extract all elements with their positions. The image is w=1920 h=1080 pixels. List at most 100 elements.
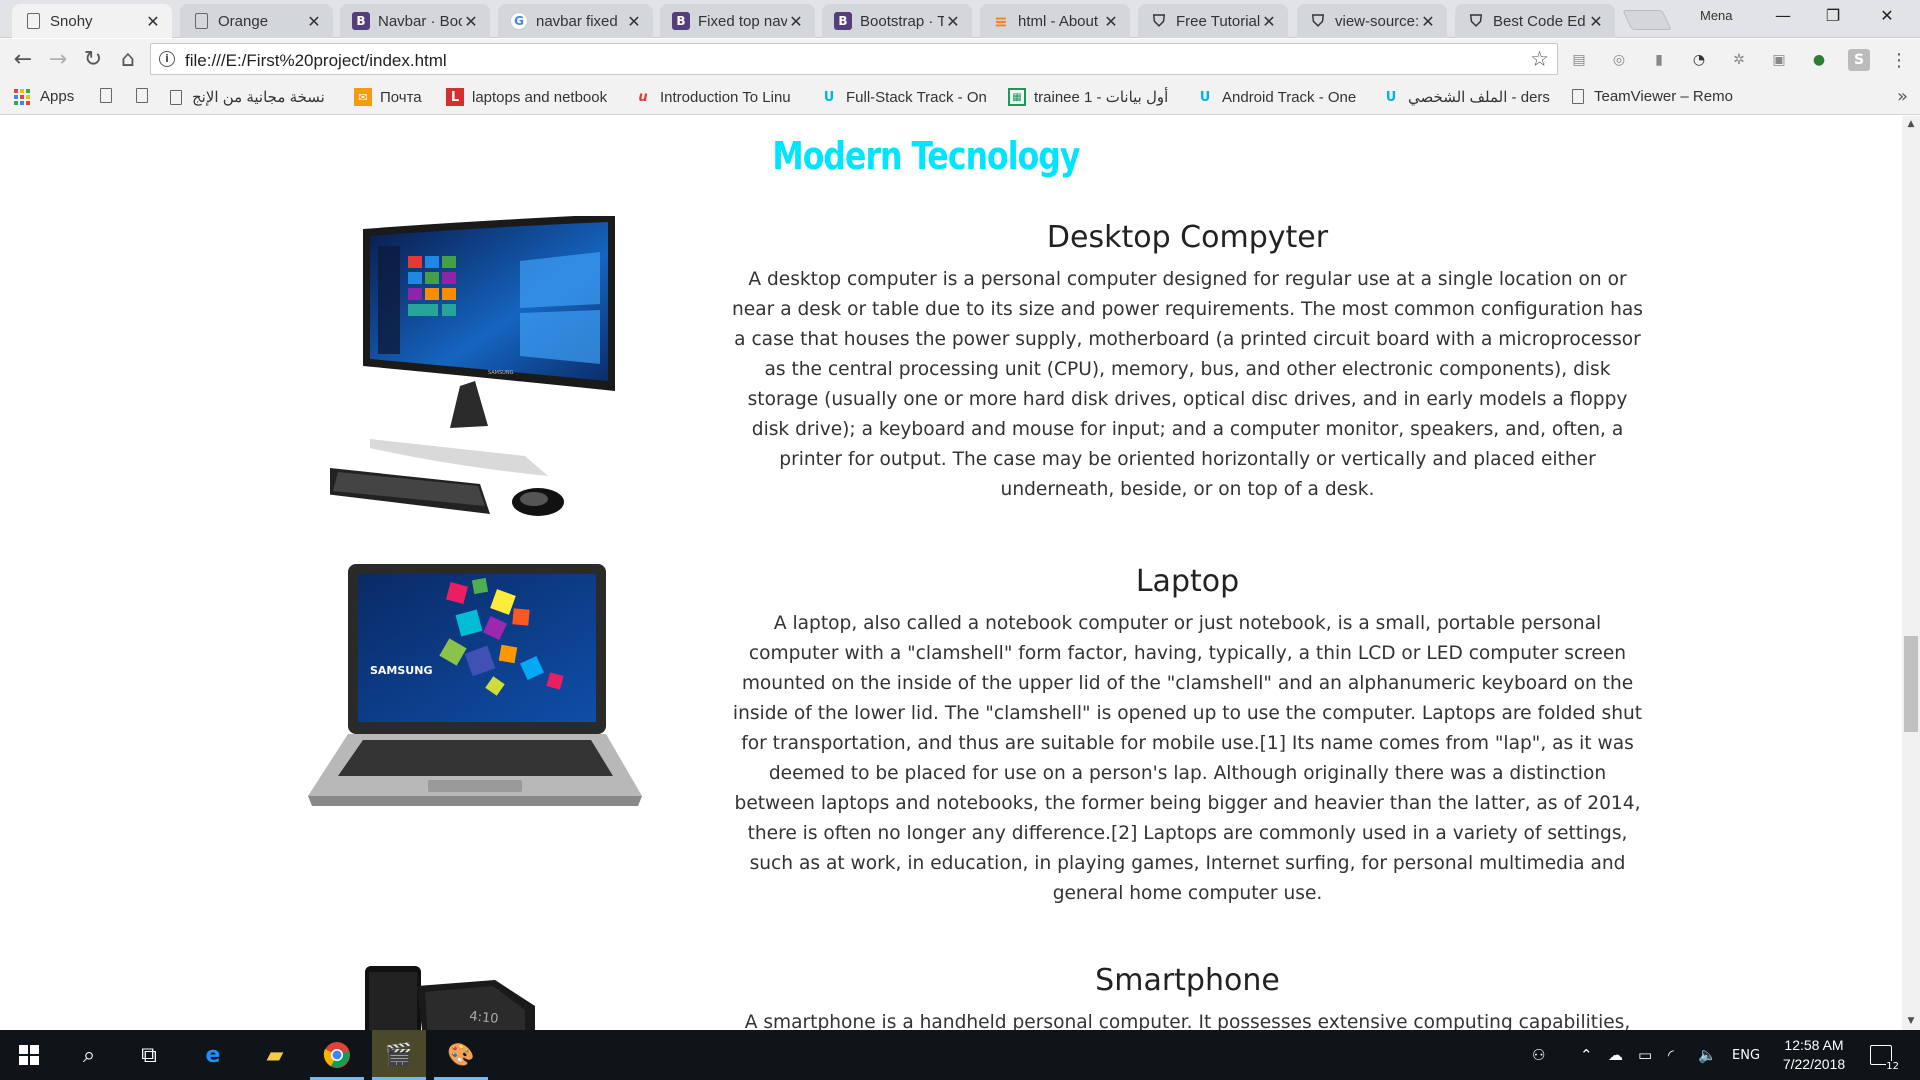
language-indicator[interactable]: ENG [1732, 1030, 1760, 1080]
stackoverflow-icon: ≡ [994, 11, 1008, 31]
profile-name[interactable]: Mena [1700, 8, 1733, 23]
show-hidden-icons[interactable]: ⌃ [1580, 1030, 1593, 1080]
minimize-icon[interactable]: — [1760, 0, 1806, 30]
tab-view-source[interactable]: ⛉ view-source: ✕ [1297, 4, 1447, 38]
wifi-icon[interactable]: ◜ [1668, 1030, 1674, 1080]
bookmark-extension-icon[interactable]: ▮ [1648, 49, 1670, 71]
page-icon [1572, 89, 1584, 104]
close-tab-icon[interactable]: ✕ [787, 12, 805, 31]
bookmark-label: TeamViewer – Remo [1594, 88, 1733, 105]
url-text[interactable]: file:///E:/First%20project/index.html [185, 51, 447, 71]
bookmark-fullstack[interactable]: U Full-Stack Track - On [820, 88, 987, 106]
laptop-brand-text: SAMSUNG [370, 664, 432, 677]
close-tab-icon[interactable]: ✕ [625, 12, 643, 31]
people-icon[interactable]: ⚇ [1532, 1030, 1545, 1080]
tab-free-tutorial[interactable]: ⛉ Free Tutorial ✕ [1138, 4, 1288, 38]
bookmark-laptops[interactable]: L laptops and netbook [446, 88, 607, 106]
close-tab-icon[interactable]: ✕ [1260, 12, 1278, 31]
close-tab-icon[interactable]: ✕ [144, 12, 162, 31]
file-explorer-icon[interactable]: ▰ [248, 1030, 302, 1080]
tab-fixed-top-nav[interactable]: B Fixed top nav ✕ [660, 4, 815, 38]
close-tab-icon[interactable]: ✕ [462, 12, 480, 31]
more-bookmarks-icon[interactable]: » [1897, 86, 1908, 107]
onedrive-icon[interactable]: ☁ [1608, 1030, 1623, 1080]
scrollbar-thumb[interactable] [1904, 636, 1918, 732]
media-app-icon[interactable]: 🎬 [372, 1030, 426, 1080]
close-tab-icon[interactable]: ✕ [1419, 12, 1437, 31]
close-tab-icon[interactable]: ✕ [944, 12, 962, 31]
save-pdf-icon[interactable]: ▣ [1768, 49, 1790, 71]
bookmark-label: Introduction To Linu [660, 88, 791, 106]
search-icon[interactable]: ⌕ [62, 1030, 116, 1080]
puzzle-icon[interactable]: ✲ [1728, 49, 1750, 71]
globe-extension-icon[interactable]: ● [1808, 49, 1830, 71]
close-tab-icon[interactable]: ✕ [1587, 12, 1605, 31]
close-tab-icon[interactable]: ✕ [305, 12, 323, 31]
address-bar[interactable]: i file:///E:/First%20project/index.html … [150, 43, 1558, 75]
bookmark-teamviewer[interactable]: TeamViewer – Remo [1572, 88, 1733, 105]
laptop-section: Laptop A laptop, also called a notebook … [730, 564, 1645, 909]
speed-dial-icon[interactable]: ◔ [1688, 49, 1710, 71]
tab-google-search[interactable]: G navbar fixed ✕ [498, 4, 653, 38]
bookmark-pochta[interactable]: ✉ Почта [354, 88, 422, 106]
chrome-icon[interactable] [310, 1030, 364, 1080]
close-tab-icon[interactable]: ✕ [1102, 12, 1120, 31]
tab-title: Bootstrap · T [860, 12, 944, 30]
bookmark-label: Apps [40, 88, 75, 105]
bookmark-page-1[interactable] [100, 88, 122, 103]
laptop-text: A laptop, also called a notebook compute… [732, 613, 1643, 904]
scroll-down-icon[interactable]: ▼ [1902, 1013, 1920, 1030]
bookmark-profile[interactable]: U الملف الشخصي - ders [1382, 88, 1550, 106]
task-view-icon[interactable]: ⧉ [122, 1030, 176, 1080]
scroll-up-icon[interactable]: ▲ [1902, 116, 1920, 133]
tab-bootstrap[interactable]: B Bootstrap · T ✕ [822, 4, 972, 38]
edge-icon[interactable]: e [186, 1030, 240, 1080]
page-icon [195, 13, 208, 29]
info-icon[interactable]: i [159, 51, 175, 67]
home-icon[interactable]: ⌂ [113, 44, 143, 74]
mail-icon: ✉ [354, 88, 372, 106]
bookmark-label: الملف الشخصي - ders [1408, 89, 1550, 106]
tab-title: Best Code Ed [1493, 12, 1586, 30]
browser-toolbar: ← → ↻ ⌂ i file:///E:/First%20project/ind… [0, 39, 1920, 79]
page-viewport: Modern Tecnology SAMSUNG Desktop Compyte… [0, 116, 1902, 1030]
battery-icon[interactable]: ▭ [1638, 1030, 1652, 1080]
forward-icon[interactable]: → [43, 44, 73, 74]
clock[interactable]: 12:58 AM 7/22/2018 [1770, 1036, 1858, 1074]
windows-taskbar: ⌕ ⧉ e ▰ 🎬 🎨 ⚇ ⌃ ☁ ▭ ◜ 🔈 ENG 12:58 AM 7/2… [0, 1030, 1920, 1080]
volume-icon[interactable]: 🔈 [1698, 1030, 1717, 1080]
phone-clock-text: 4:10 [469, 1009, 500, 1027]
restore-icon[interactable]: ❐ [1810, 0, 1856, 30]
tab-stackoverflow[interactable]: ≡ html - About ✕ [980, 4, 1130, 38]
reload-icon[interactable]: ↻ [78, 44, 108, 74]
extension-icon[interactable]: ◎ [1608, 49, 1630, 71]
bookmark-android[interactable]: U Android Track - One [1196, 88, 1357, 106]
bookmark-arabic-copy[interactable]: نسخة مجانية من الإنج [170, 88, 325, 106]
bookmark-page-2[interactable] [136, 88, 158, 103]
bookmarks-bar: Apps نسخة مجانية من الإنج ✉ Почта L lapt… [0, 79, 1920, 115]
tab-title: Free Tutorial [1176, 12, 1260, 30]
smartphone-section: Smartphone A smartphone is a handheld pe… [730, 963, 1645, 1030]
bookmark-trainee[interactable]: ▦ trainee 1 - أول بيانات [1008, 88, 1168, 106]
paint-app-icon[interactable]: 🎨 [434, 1030, 488, 1080]
bookmark-star-icon[interactable]: ☆ [1530, 47, 1549, 71]
tab-snohy[interactable]: Snohy ✕ [12, 4, 172, 38]
udacity-icon: U [1385, 89, 1397, 105]
new-tab-button[interactable] [1622, 10, 1672, 30]
close-window-icon[interactable]: ✕ [1864, 0, 1910, 30]
bookmark-label: Android Track - One [1222, 88, 1357, 106]
desktop-section: Desktop Compyter A desktop computer is a… [730, 220, 1645, 505]
tab-navbar-bootstrap[interactable]: B Navbar · Boo ✕ [340, 4, 490, 38]
menu-icon[interactable]: ⋮ [1888, 49, 1910, 71]
s-extension-icon[interactable]: S [1848, 49, 1870, 71]
tab-orange[interactable]: Orange ✕ [180, 4, 333, 38]
action-center-icon[interactable]: 12 [1870, 1030, 1899, 1080]
tab-best-code-editor[interactable]: ⛉ Best Code Ed ✕ [1455, 4, 1615, 38]
pdf-extension-icon[interactable]: ▤ [1568, 49, 1590, 71]
bookmark-linux[interactable]: u Introduction To Linu [634, 88, 791, 106]
bookmark-label: نسخة مجانية من الإنج [192, 89, 325, 106]
page-scrollbar[interactable]: ▲ ▼ [1902, 116, 1920, 1030]
bookmark-apps[interactable]: Apps [14, 88, 74, 105]
windows-start-icon[interactable] [2, 1030, 56, 1080]
back-icon[interactable]: ← [8, 44, 38, 74]
